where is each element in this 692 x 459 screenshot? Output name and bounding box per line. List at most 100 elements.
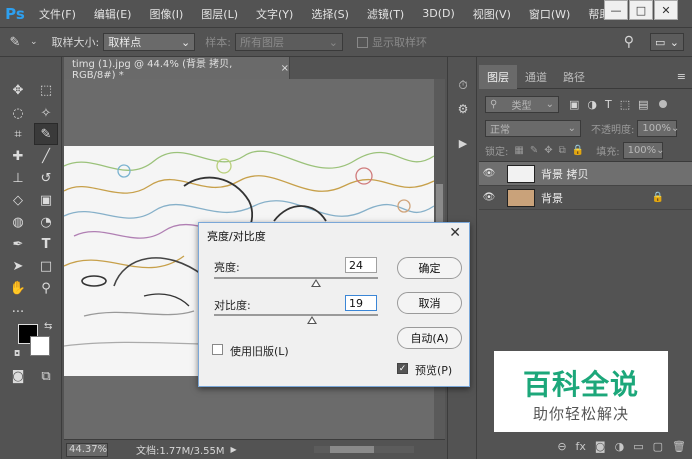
lock-pixels-icon[interactable]: ✎: [530, 145, 538, 156]
close-window-button[interactable]: ✕: [654, 0, 678, 20]
swap-colors-icon[interactable]: ⇆: [44, 321, 52, 332]
eyedropper-tool-icon[interactable]: ✎: [34, 123, 58, 145]
new-group-icon[interactable]: ▭: [633, 440, 643, 453]
brightness-slider-track[interactable]: [214, 277, 378, 279]
crop-tool-icon[interactable]: ⌗: [6, 123, 30, 145]
show-ring-checkbox[interactable]: [356, 36, 368, 48]
move-tool-icon[interactable]: ✥: [6, 79, 30, 101]
blur-tool-icon[interactable]: ◍: [6, 211, 30, 233]
blend-mode-select[interactable]: 正常 ⌄: [485, 119, 581, 137]
history-panel-icon[interactable]: ⏱: [453, 75, 473, 95]
marquee-tool-icon[interactable]: ⬚: [34, 79, 58, 101]
opacity-field[interactable]: 100% ⌄: [637, 119, 679, 137]
lock-all-icon[interactable]: 🔒: [572, 145, 584, 156]
background-color-swatch[interactable]: [30, 336, 50, 356]
screen-mode-icon[interactable]: ⧉: [34, 365, 58, 387]
layer-mask-icon[interactable]: ◙: [595, 440, 606, 453]
eraser-tool-icon[interactable]: ◇: [6, 189, 30, 211]
search-icon[interactable]: ⚲: [624, 34, 634, 50]
layer-filter-select[interactable]: ⚲ 类型 ⌄: [485, 95, 559, 113]
workspace-select[interactable]: ▭ ⌄: [650, 33, 684, 51]
hand-tool-icon[interactable]: ✋: [6, 277, 30, 299]
minimize-button[interactable]: —: [604, 0, 628, 20]
adjustment-layer-icon[interactable]: ◑: [615, 440, 625, 453]
clone-stamp-tool-icon[interactable]: ⊥: [6, 167, 30, 189]
link-layers-icon[interactable]: ⊖: [557, 440, 566, 453]
use-legacy-checkbox[interactable]: [212, 344, 223, 355]
close-icon[interactable]: ✕: [449, 225, 461, 241]
pen-tool-icon[interactable]: ✒: [6, 233, 30, 255]
trash-icon[interactable]: 🗑: [672, 440, 686, 453]
contrast-input[interactable]: 19: [345, 295, 377, 311]
sample-select[interactable]: 所有图层 ⌄: [234, 33, 343, 51]
rectangle-tool-icon[interactable]: □: [34, 255, 58, 277]
lock-artboard-icon[interactable]: ⧉: [559, 145, 566, 156]
layer-row-background[interactable]: 👁 背景 🔒: [479, 186, 692, 210]
properties-panel-icon[interactable]: ⚙: [453, 99, 473, 119]
watermark-subtitle: 助你轻松解决: [532, 405, 629, 423]
status-bar: 44.37% 文档:1.77M/3.55M ▶: [64, 439, 445, 459]
horizontal-scrollbar-thumb[interactable]: [330, 446, 374, 453]
menu-type[interactable]: 文字(Y): [247, 6, 302, 22]
chevron-down-icon[interactable]: ⌄: [30, 37, 38, 47]
document-tab[interactable]: timg (1).jpg @ 44.4% (背景 拷贝, RGB/8#) * ×: [64, 57, 290, 81]
history-brush-tool-icon[interactable]: ↺: [34, 167, 58, 189]
magic-wand-tool-icon[interactable]: ✧: [34, 102, 58, 124]
filter-shape-icon[interactable]: ⬚: [620, 98, 630, 111]
menu-window[interactable]: 窗口(W): [520, 6, 579, 22]
lock-position-icon[interactable]: ✥: [544, 145, 552, 156]
lock-transparent-icon[interactable]: ▦: [514, 145, 523, 156]
menu-file[interactable]: 文件(F): [30, 6, 85, 22]
filter-adjustment-icon[interactable]: ◑: [587, 98, 597, 111]
menu-filter[interactable]: 滤镜(T): [358, 6, 413, 22]
tab-channels[interactable]: 通道: [517, 65, 555, 89]
menu-image[interactable]: 图像(I): [140, 6, 192, 22]
menu-view[interactable]: 视图(V): [464, 6, 520, 22]
menu-layer[interactable]: 图层(L): [192, 6, 247, 22]
gradient-tool-icon[interactable]: ▣: [34, 189, 58, 211]
lasso-tool-icon[interactable]: ◌: [6, 102, 30, 124]
new-layer-icon[interactable]: ▢: [653, 440, 663, 453]
layer-style-icon[interactable]: fx: [576, 440, 586, 453]
cancel-button[interactable]: 取消: [397, 292, 462, 314]
preview-checkbox[interactable]: ✓: [397, 363, 408, 374]
menu-3d[interactable]: 3D(D): [413, 7, 464, 20]
brush-tool-icon[interactable]: ╱: [34, 145, 58, 167]
menu-edit[interactable]: 编辑(E): [85, 6, 141, 22]
filter-type-icon[interactable]: T: [605, 98, 612, 111]
sample-size-select[interactable]: 取样点 ⌄: [103, 33, 196, 51]
brightness-slider-thumb[interactable]: [310, 279, 321, 287]
chevron-right-icon[interactable]: ▶: [231, 445, 237, 454]
eye-icon[interactable]: 👁: [479, 192, 499, 203]
zoom-tool-icon[interactable]: ⚲: [34, 277, 58, 299]
path-selection-tool-icon[interactable]: ➤: [6, 255, 30, 277]
default-colors-icon[interactable]: ◘: [14, 349, 20, 358]
ok-button[interactable]: 确定: [397, 257, 462, 279]
tab-paths[interactable]: 路径: [555, 65, 593, 89]
tab-layers[interactable]: 图层: [479, 65, 517, 89]
auto-button[interactable]: 自动(A): [397, 327, 462, 349]
filter-pixel-icon[interactable]: ▣: [569, 98, 579, 111]
layer-row-background-copy[interactable]: 👁 背景 拷贝: [479, 162, 692, 186]
close-icon[interactable]: ×: [281, 63, 289, 74]
brightness-input[interactable]: 24: [345, 257, 377, 273]
healing-brush-tool-icon[interactable]: ✚: [6, 145, 30, 167]
contrast-slider-thumb[interactable]: [307, 316, 318, 324]
eye-icon[interactable]: 👁: [479, 168, 499, 179]
dodge-tool-icon[interactable]: ◔: [34, 211, 58, 233]
zoom-field[interactable]: 44.37%: [66, 442, 108, 457]
contrast-slider-track[interactable]: [214, 314, 378, 316]
horizontal-scrollbar[interactable]: [314, 446, 414, 453]
maximize-button[interactable]: □: [629, 0, 653, 20]
play-icon[interactable]: ▶: [453, 133, 473, 153]
quick-mask-icon[interactable]: ◙: [6, 365, 30, 387]
fill-field[interactable]: 100% ⌄: [622, 141, 665, 159]
contrast-label: 对比度:: [214, 299, 251, 312]
type-tool-icon[interactable]: T: [34, 233, 58, 255]
filter-toggle-icon[interactable]: [658, 100, 667, 108]
filter-smart-object-icon[interactable]: ▤: [638, 98, 648, 111]
menu-select[interactable]: 选择(S): [302, 6, 358, 22]
panel-menu-icon[interactable]: ≡: [677, 65, 692, 88]
more-tools-icon[interactable]: ···: [6, 301, 30, 323]
eyedropper-preset-icon[interactable]: ✎: [0, 35, 30, 50]
